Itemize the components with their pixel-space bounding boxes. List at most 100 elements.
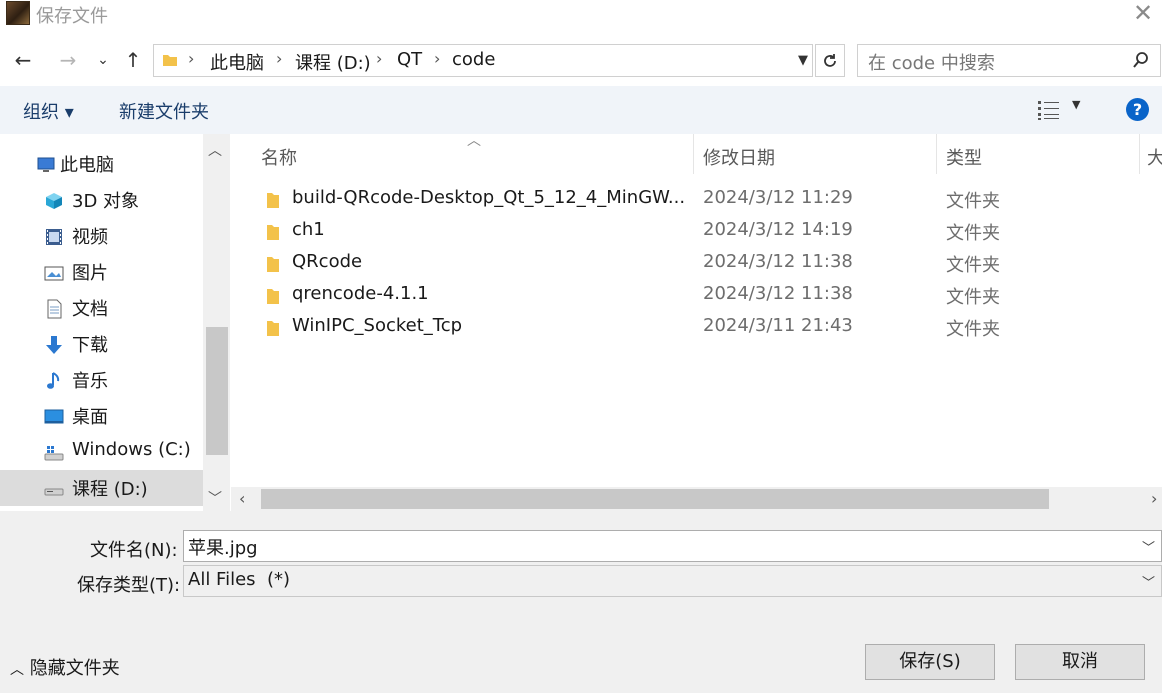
sidebar-item-desktop[interactable]: 桌面 xyxy=(0,398,203,434)
column-divider[interactable] xyxy=(693,134,694,174)
folder-icon xyxy=(267,321,279,336)
chevron-down-icon[interactable]: ﹀ xyxy=(1142,537,1155,556)
scroll-right-icon[interactable]: › xyxy=(1151,489,1157,508)
view-dropdown-icon[interactable]: ▼ xyxy=(1072,98,1080,111)
close-button[interactable]: ✕ xyxy=(1124,0,1162,28)
file-type: 文件夹 xyxy=(946,319,1000,340)
hide-folders-toggle[interactable]: ︿ 隐藏文件夹 xyxy=(10,654,120,680)
folder-icon xyxy=(267,289,279,304)
folder-icon xyxy=(267,193,279,208)
file-type: 文件夹 xyxy=(946,287,1000,308)
search-box[interactable]: 在 code 中搜索 xyxy=(857,44,1161,77)
new-folder-button[interactable]: 新建文件夹 xyxy=(119,98,209,124)
column-header-name[interactable]: 名称 xyxy=(261,144,297,170)
address-bar[interactable]: › 此电脑 › 课程 (D:) › QT › code xyxy=(153,44,813,77)
filetype-label: 保存类型(T): xyxy=(77,575,181,596)
filetype-value: All Files (*) xyxy=(188,569,291,590)
chevron-up-icon: ︿ xyxy=(10,662,24,678)
save-button[interactable]: 保存(S) xyxy=(865,644,995,680)
file-name: build-QRcode-Desktop_Qt_5_12_4_MinGW... xyxy=(292,187,686,208)
address-dropdown-button[interactable]: ▼ xyxy=(793,44,813,77)
sidebar-item-label: 图片 xyxy=(72,263,108,284)
title-bar: 保存文件 ✕ xyxy=(0,0,1162,30)
scroll-down-icon[interactable]: ﹀ xyxy=(208,488,222,508)
refresh-icon xyxy=(824,54,836,67)
column-divider[interactable] xyxy=(936,134,937,174)
horizontal-scroll-thumb[interactable] xyxy=(261,489,1049,509)
column-divider[interactable] xyxy=(1139,134,1140,174)
sidebar-item-label: 音乐 xyxy=(72,371,108,392)
sidebar-item-drive-c[interactable]: Windows (C:) xyxy=(0,434,203,470)
up-button[interactable]: ↑ xyxy=(120,46,146,74)
video-icon xyxy=(46,229,62,245)
documents-icon xyxy=(47,299,62,319)
breadcrumb-separator: › xyxy=(434,49,441,68)
file-name: ch1 xyxy=(292,219,325,240)
sidebar-item-documents[interactable]: 文档 xyxy=(0,290,203,326)
sidebar-item-downloads[interactable]: 下载 xyxy=(0,326,203,362)
column-header-type[interactable]: 类型 xyxy=(946,144,982,170)
cancel-button[interactable]: 取消 xyxy=(1015,644,1145,680)
file-row[interactable]: build-QRcode-Desktop_Qt_5_12_4_MinGW... … xyxy=(231,184,1162,216)
save-form: 文件名(N): 苹果.jpg ﹀ 保存类型(T): All Files (*) … xyxy=(0,511,1162,693)
organize-menu[interactable]: 组织 ▾ xyxy=(23,98,74,124)
filename-field[interactable]: 苹果.jpg ﹀ xyxy=(183,530,1162,562)
breadcrumb-pc[interactable]: 此电脑 xyxy=(210,49,264,75)
help-button[interactable]: ? xyxy=(1126,98,1149,121)
back-button[interactable]: ← xyxy=(10,46,36,74)
desktop-icon xyxy=(44,409,64,424)
pc-icon xyxy=(37,157,55,172)
search-icon[interactable] xyxy=(1132,51,1150,69)
sidebar-item-videos[interactable]: 视频 xyxy=(0,218,203,254)
file-row[interactable]: WinIPC_Socket_Tcp 2024/3/11 21:43 文件夹 xyxy=(231,312,1162,344)
sort-ascending-icon: ︿ xyxy=(467,133,481,149)
column-header-date[interactable]: 修改日期 xyxy=(703,144,775,170)
sidebar-item-label: Windows (C:) xyxy=(72,439,191,460)
file-list-horizontal-scrollbar[interactable]: ‹ › xyxy=(231,487,1162,511)
breadcrumb-separator: › xyxy=(276,49,283,68)
folder-icon xyxy=(163,55,177,66)
sidebar-item-label: 此电脑 xyxy=(60,155,114,176)
breadcrumb-separator: › xyxy=(188,49,195,68)
sidebar-item-label: 视频 xyxy=(72,227,108,248)
sidebar-item-3d-objects[interactable]: 3D 对象 xyxy=(0,182,203,218)
drive-c-icon xyxy=(44,446,64,461)
folder-icon xyxy=(267,257,279,272)
view-options-icon[interactable] xyxy=(1037,99,1061,121)
navigation-pane: 此电脑 3D 对象 视频 图片 文档 下载 音乐 桌面 Windows (C:)… xyxy=(0,134,230,511)
breadcrumb-separator: › xyxy=(376,49,383,68)
file-row[interactable]: ch1 2024/3/12 14:19 文件夹 xyxy=(231,216,1162,248)
scroll-up-icon[interactable]: ︿ xyxy=(208,140,222,160)
folder-icon xyxy=(267,225,279,240)
download-icon xyxy=(46,336,62,354)
refresh-button[interactable] xyxy=(815,44,845,77)
sidebar-item-label: 文档 xyxy=(72,299,108,320)
hide-folders-label: 隐藏文件夹 xyxy=(29,658,120,679)
breadcrumb-code[interactable]: code xyxy=(452,49,495,70)
filetype-select[interactable]: All Files (*) ﹀ xyxy=(183,565,1162,597)
app-icon xyxy=(6,1,30,25)
sidebar-item-label: 桌面 xyxy=(72,407,108,428)
drive-d-icon xyxy=(44,488,64,496)
sidebar-scrollbar[interactable]: ︿ ﹀ xyxy=(203,134,230,511)
sidebar-item-pictures[interactable]: 图片 xyxy=(0,254,203,290)
breadcrumb-qt[interactable]: QT xyxy=(397,49,422,70)
search-placeholder: 在 code 中搜索 xyxy=(868,53,995,74)
file-type: 文件夹 xyxy=(946,191,1000,212)
chevron-down-icon[interactable]: ﹀ xyxy=(1142,572,1155,591)
sidebar-item-drive-d[interactable]: 课程 (D:) xyxy=(0,470,203,506)
file-row[interactable]: QRcode 2024/3/12 11:38 文件夹 xyxy=(231,248,1162,280)
sidebar-item-label: 下载 xyxy=(72,335,108,356)
recent-locations-button[interactable]: ⌄ xyxy=(90,46,116,74)
sidebar-scroll-thumb[interactable] xyxy=(206,327,228,455)
forward-button[interactable]: → xyxy=(55,46,81,74)
breadcrumb-drive-d[interactable]: 课程 (D:) xyxy=(295,49,371,75)
file-date: 2024/3/12 11:38 xyxy=(703,251,853,272)
sidebar-item-this-pc[interactable]: 此电脑 xyxy=(0,146,203,182)
file-list: ︿ 名称 修改日期 类型 大 build-QRcode-Desktop_Qt_5… xyxy=(231,133,1162,487)
sidebar-item-music[interactable]: 音乐 xyxy=(0,362,203,398)
file-row[interactable]: qrencode-4.1.1 2024/3/12 11:38 文件夹 xyxy=(231,280,1162,312)
column-header-size[interactable]: 大 xyxy=(1147,144,1162,170)
file-date: 2024/3/12 11:29 xyxy=(703,187,853,208)
scroll-left-icon[interactable]: ‹ xyxy=(239,489,245,508)
